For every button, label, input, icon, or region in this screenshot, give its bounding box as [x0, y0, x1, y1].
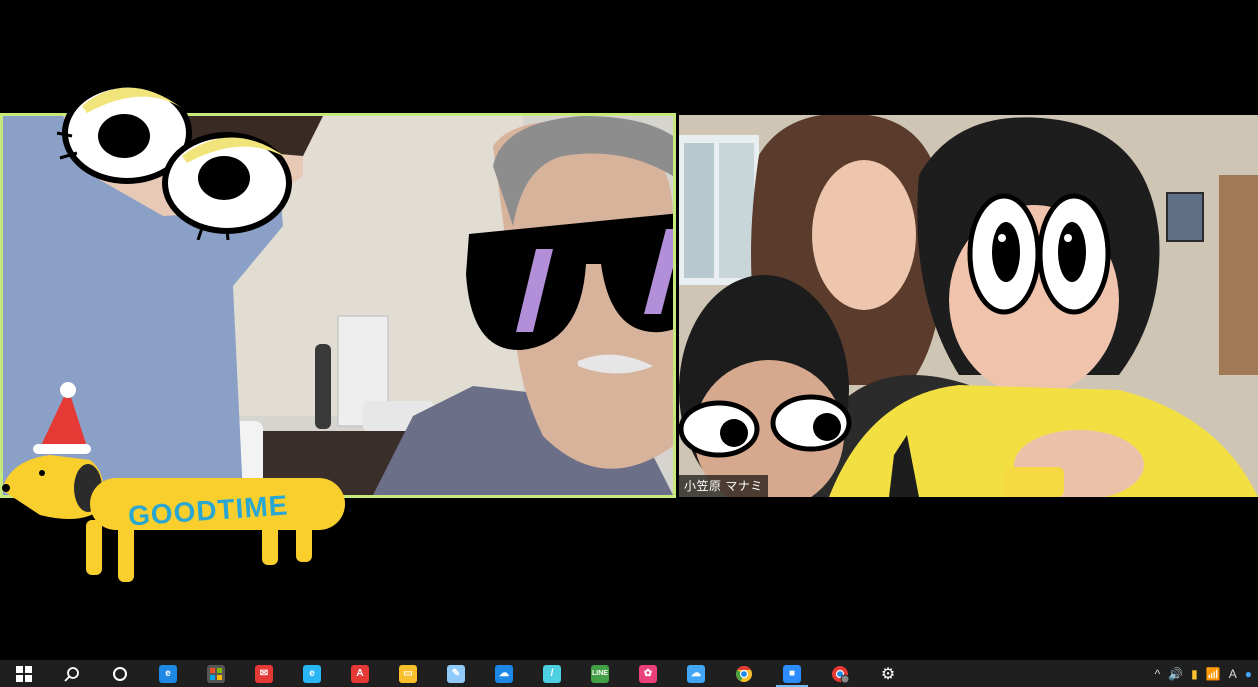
ie-icon: e: [303, 664, 321, 683]
big-eyes-sticker: [56, 82, 292, 240]
store-icon: [207, 664, 225, 683]
search-button[interactable]: [48, 660, 96, 687]
paint-icon: ✎: [447, 664, 465, 683]
chrome-icon: [736, 665, 752, 682]
ime-icon[interactable]: A: [1229, 667, 1237, 681]
cloud-upload-icon: ☁: [495, 664, 513, 683]
taskbar-app-edge[interactable]: e: [144, 660, 192, 687]
sunglasses-sticker: [466, 213, 673, 351]
edge-icon: e: [159, 664, 177, 683]
pen-icon: /: [543, 664, 561, 683]
windows-taskbar: e ✉ e A ▭ ✎ ☁ / LINE ✿ ☁ ■ ⚙ ^ 🔊 ▮ 📶 A ●: [0, 660, 1258, 687]
notes-icon[interactable]: ▮: [1191, 667, 1198, 681]
taskbar-app-mail[interactable]: ✉: [240, 660, 288, 687]
chrome-profile-icon: [832, 665, 849, 683]
taskbar-app-store[interactable]: [192, 660, 240, 687]
taskbar-app-acrobat[interactable]: A: [336, 660, 384, 687]
network-icon[interactable]: 📶: [1206, 667, 1221, 681]
windows-start-icon: [16, 665, 32, 682]
taskbar-app-zoom[interactable]: ■: [768, 660, 816, 687]
search-icon: [64, 666, 79, 682]
googly-eyes-sticker-girl: [967, 193, 1111, 315]
video-tile-right[interactable]: 小笠原 マナミ: [679, 115, 1258, 497]
file-explorer-icon: ▭: [399, 664, 417, 683]
taskbar-app-onedrive[interactable]: ☁: [672, 660, 720, 687]
dachshund-sticker: [2, 382, 345, 582]
taskbar-app-paint[interactable]: ✎: [432, 660, 480, 687]
acrobat-icon: A: [351, 664, 369, 683]
mail-red-icon: ✉: [255, 664, 273, 683]
onedrive-icon: ☁: [687, 664, 705, 683]
cortana-icon: [113, 666, 127, 681]
googly-eyes-sticker-boy: [679, 394, 852, 458]
participant-name-label: 小笠原 マナミ: [679, 475, 768, 497]
tray-app-icon[interactable]: ●: [1245, 667, 1252, 681]
taskbar-app-line[interactable]: LINE: [576, 660, 624, 687]
settings-gear-icon: ⚙: [880, 665, 896, 683]
taskbar-app-chrome[interactable]: [720, 660, 768, 687]
line-icon: LINE: [591, 664, 609, 683]
taskbar-app-chrome-profile[interactable]: [816, 660, 864, 687]
tray-chevron-icon[interactable]: ^: [1155, 667, 1161, 681]
taskbar-app-pen[interactable]: /: [528, 660, 576, 687]
taskbar-app-photos[interactable]: ✿: [624, 660, 672, 687]
system-tray: ^ 🔊 ▮ 📶 A ●: [1155, 660, 1258, 687]
taskbar-app-cloud[interactable]: ☁: [480, 660, 528, 687]
start-button[interactable]: [0, 660, 48, 687]
taskbar-settings[interactable]: ⚙: [864, 660, 912, 687]
volume-icon[interactable]: 🔊: [1168, 667, 1183, 681]
taskbar-app-ie[interactable]: e: [288, 660, 336, 687]
taskbar-app-explorer[interactable]: ▭: [384, 660, 432, 687]
cortana-button[interactable]: [96, 660, 144, 687]
photos-icon: ✿: [639, 664, 657, 683]
zoom-icon: ■: [783, 664, 801, 683]
